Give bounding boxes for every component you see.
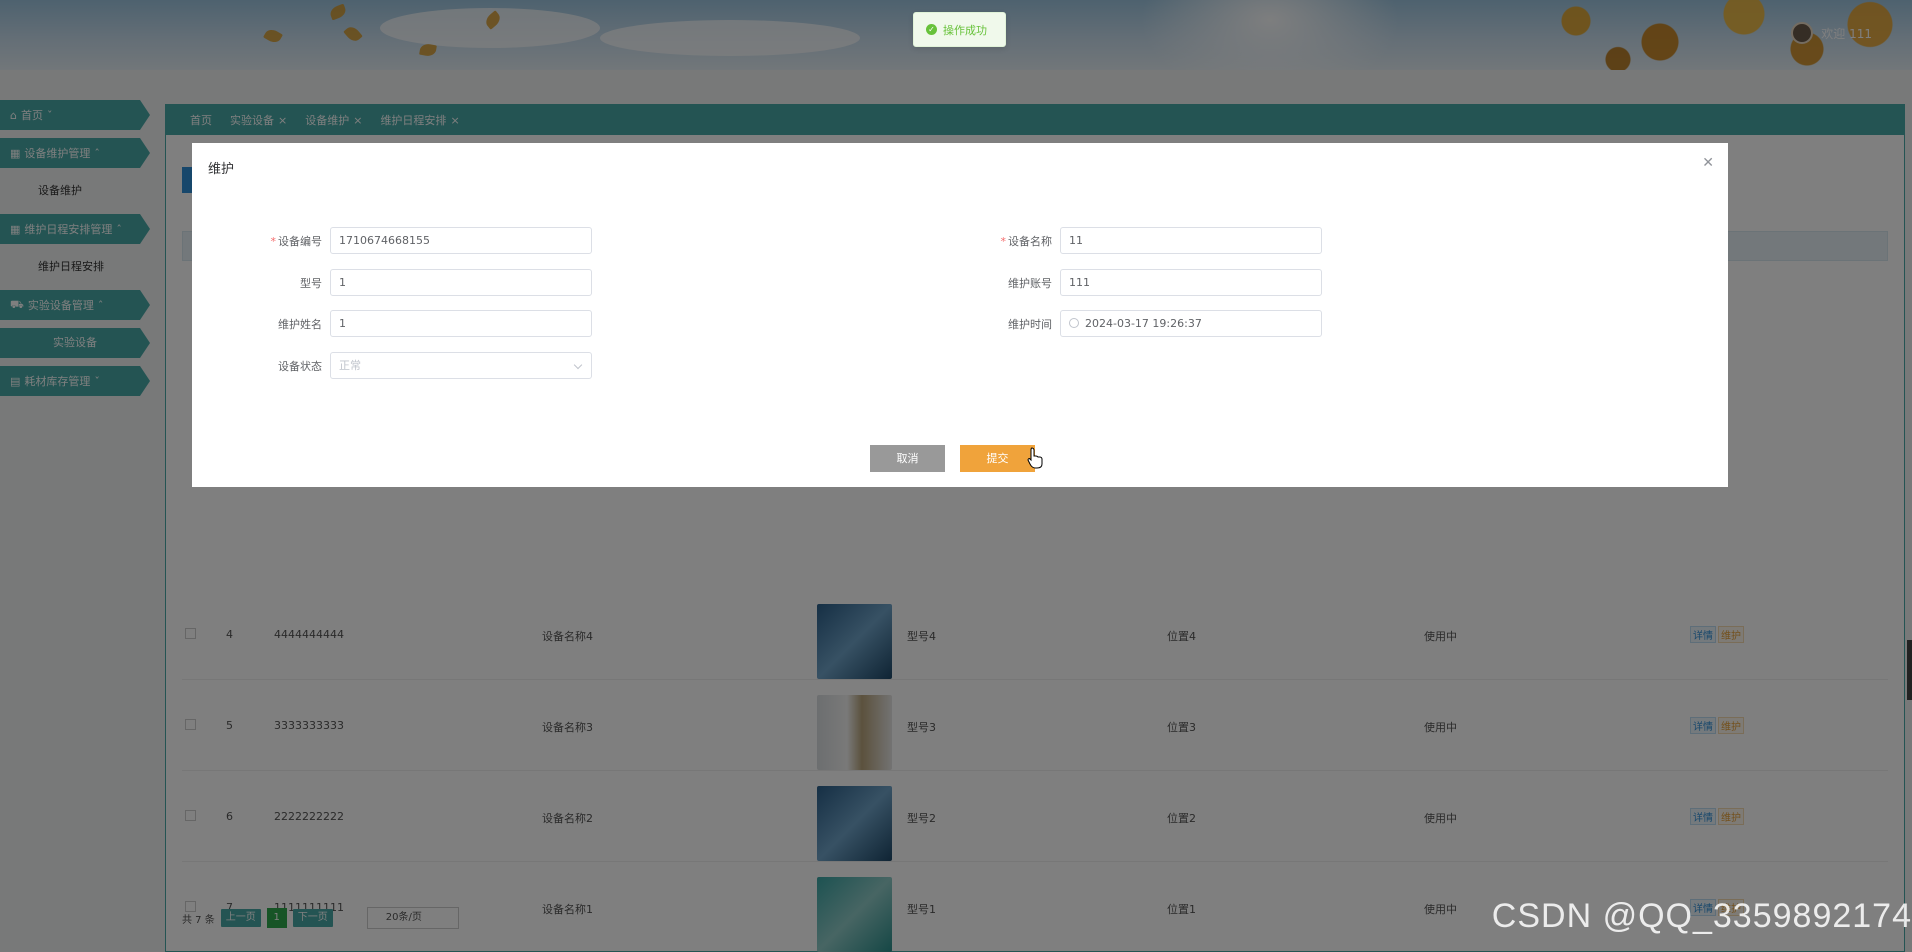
close-icon[interactable]: ✕ [1702,155,1714,171]
submit-button[interactable]: 提交 [960,445,1035,472]
hand-cursor-icon [1027,447,1043,469]
model-field: 型号 1 [250,269,592,296]
toast-message: 操作成功 [943,23,987,37]
check-circle-icon: ✓ [926,24,937,35]
device-name-input[interactable]: 11 [1060,227,1322,254]
maint-time-field: 维护时间 2024-03-17 19:26:37 [980,310,1322,337]
chevron-down-icon [573,360,583,370]
device-code-field: * 设备编号 1710674668155 [250,227,592,254]
device-status-select[interactable]: 正常 [330,352,592,379]
dialog-title: 维护 [208,162,235,177]
maintenance-dialog: 维护 ✕ * 设备编号 1710674668155 * 设备名称 11 型号 1 维… [192,143,1728,487]
success-toast: ✓ 操作成功 [913,12,1006,47]
model-input[interactable]: 1 [330,269,592,296]
watermark: CSDN @QQ_3359892174 [1491,897,1912,935]
device-code-input[interactable]: 1710674668155 [330,227,592,254]
maint-name-input[interactable]: 1 [330,310,592,337]
device-name-field: * 设备名称 11 [980,227,1322,254]
cancel-button[interactable]: 取消 [870,445,945,472]
maint-account-field: 维护账号 111 [980,269,1322,296]
maint-account-input[interactable]: 111 [1060,269,1322,296]
maint-time-input[interactable]: 2024-03-17 19:26:37 [1060,310,1322,337]
device-status-field: 设备状态 正常 [250,352,592,379]
maint-name-field: 维护姓名 1 [250,310,592,337]
clock-icon [1069,318,1079,328]
